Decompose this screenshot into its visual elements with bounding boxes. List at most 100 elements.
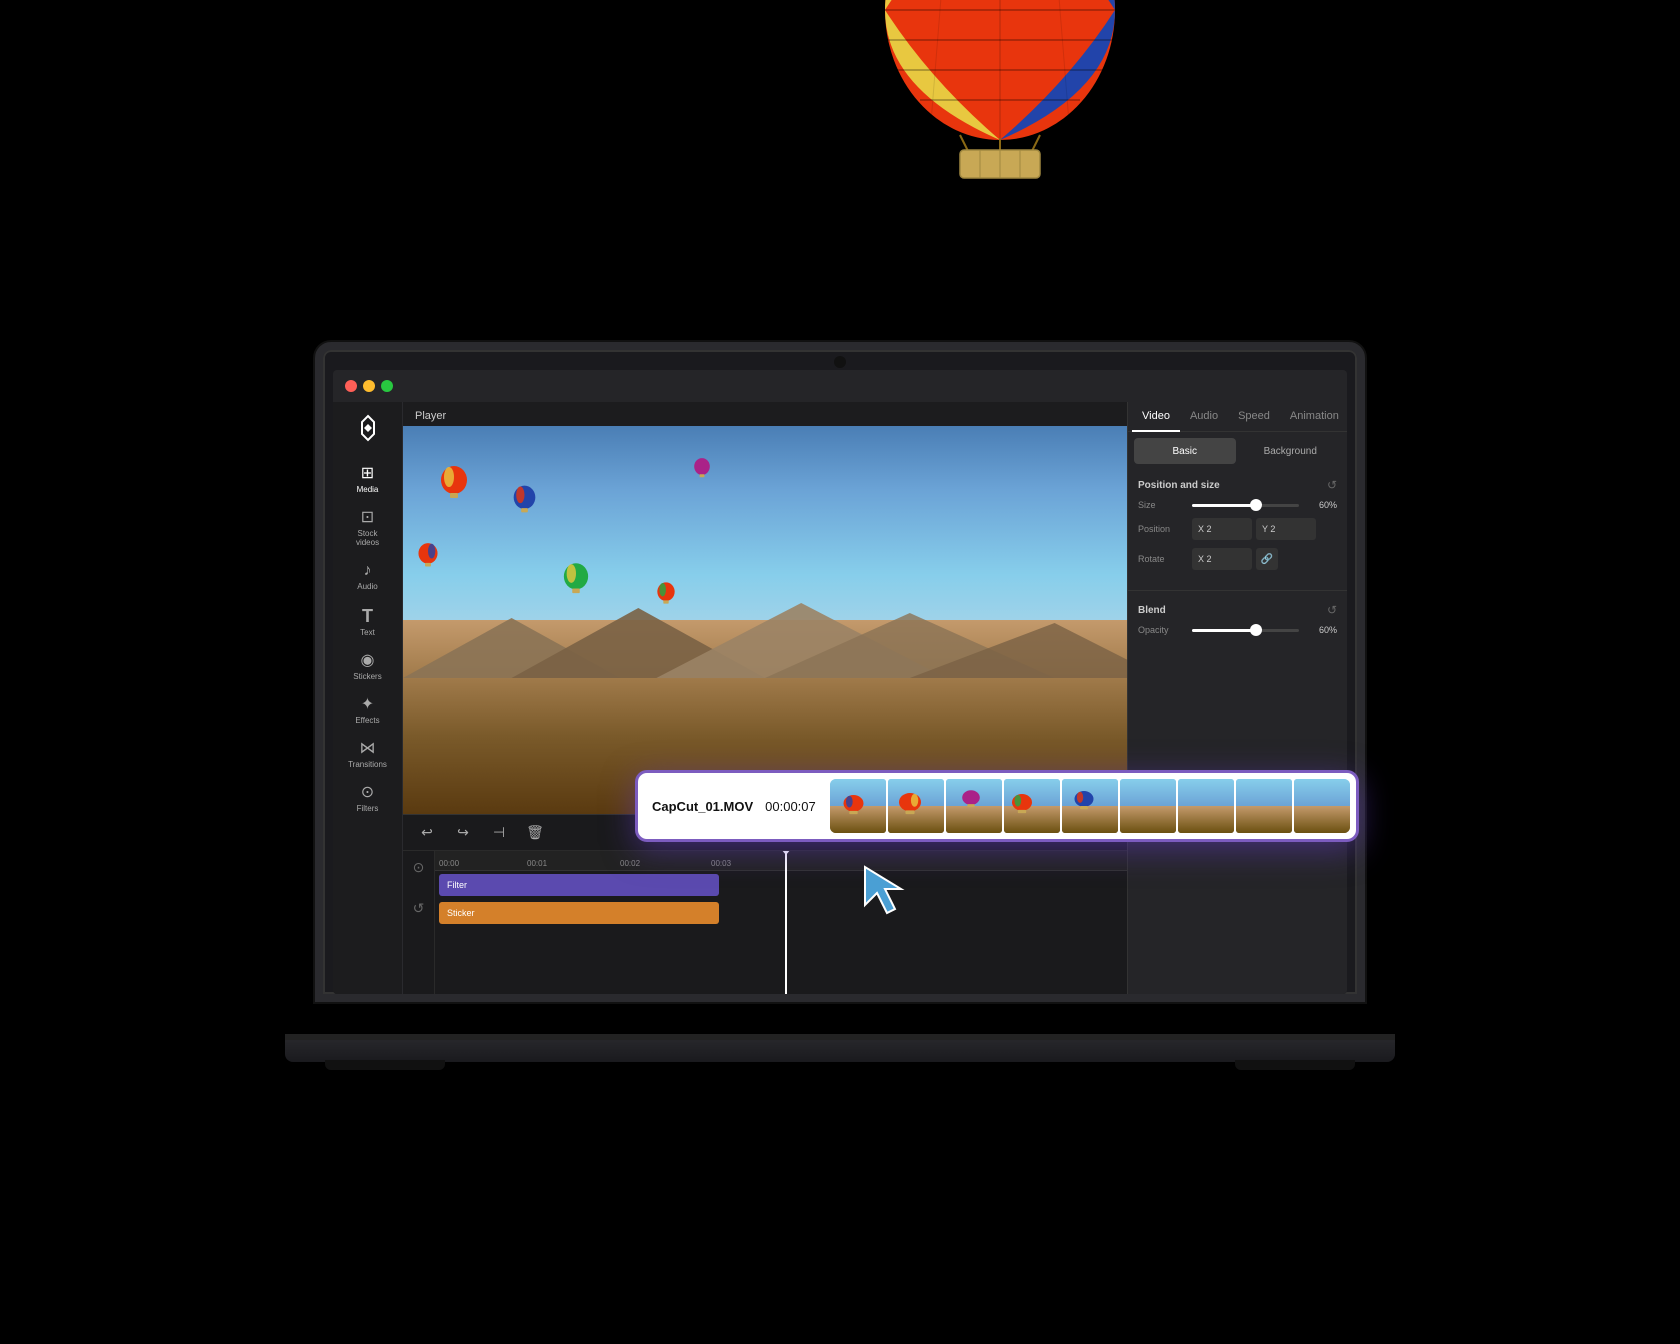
player-video <box>403 426 1127 814</box>
cursor-arrow <box>855 857 915 922</box>
laptop-base <box>285 1034 1395 1062</box>
size-slider-thumb[interactable] <box>1250 499 1262 511</box>
timeline-settings-icon[interactable]: ⊙ <box>413 859 425 876</box>
delete-button[interactable]: 🗑 <box>523 821 547 845</box>
tab-animation[interactable]: Animation <box>1280 402 1347 432</box>
position-size-reset[interactable]: ↺ <box>1327 478 1337 492</box>
opacity-slider-thumb[interactable] <box>1250 624 1262 636</box>
balloon-sm-6 <box>693 457 711 482</box>
ruler-mark-3: 00:03 <box>711 859 731 868</box>
clip-info-row: CapCut_01.MOV 00:00:07 <box>652 799 816 814</box>
sticker-clip-label: Sticker <box>447 908 475 918</box>
rotate-label: Rotate <box>1138 554 1186 564</box>
clip-thumb-5 <box>1062 779 1118 833</box>
clip-thumbnail-strip <box>830 779 1350 833</box>
position-label: Position <box>1138 524 1186 534</box>
clip-thumb-2 <box>888 779 944 833</box>
laptop-camera <box>834 356 846 368</box>
sidebar-item-stickers[interactable]: ◉ Stickers <box>333 645 402 689</box>
balloon-sm-5 <box>656 581 676 609</box>
audio-icon: ♪ <box>364 563 372 579</box>
text-icon: T <box>362 607 373 625</box>
floating-balloon <box>870 0 1130 185</box>
maximize-button[interactable] <box>381 380 393 392</box>
app-logo <box>350 410 386 446</box>
rotate-x-input[interactable]: X 2 <box>1192 548 1252 570</box>
opacity-row: Opacity 60% <box>1138 625 1337 635</box>
filter-clip-label: Filter <box>447 880 467 890</box>
sidebar-item-transitions-label: Transitions <box>348 760 387 769</box>
opacity-label: Opacity <box>1138 625 1186 635</box>
ruler-mark-0: 00:00 <box>439 859 459 868</box>
effects-icon: ✦ <box>361 697 374 713</box>
size-label: Size <box>1138 500 1186 510</box>
split-button[interactable]: ⊣ <box>487 821 511 845</box>
sticker-clip[interactable]: Sticker <box>439 902 719 924</box>
sidebar-item-media[interactable]: ⊞ Media <box>333 458 402 502</box>
size-slider[interactable] <box>1192 504 1299 507</box>
timeline-right-panel: 00:00 00:01 00:02 00:03 <box>435 851 1127 994</box>
app-window: ⊞ Media ⊡ Stockvideos ♪ Audio <box>333 370 1347 994</box>
timeline-history-icon[interactable]: ↺ <box>413 900 425 917</box>
sticker-track-row: Sticker <box>435 899 1127 927</box>
scene: ⊞ Media ⊡ Stockvideos ♪ Audio <box>0 0 1680 1344</box>
laptop-bezel: ⊞ Media ⊡ Stockvideos ♪ Audio <box>315 342 1365 1002</box>
sidebar-item-stock-label: Stockvideos <box>356 529 379 547</box>
mountains-svg <box>403 598 1127 678</box>
laptop-screen: ⊞ Media ⊡ Stockvideos ♪ Audio <box>333 370 1347 994</box>
tab-speed[interactable]: Speed <box>1228 402 1280 432</box>
subtab-basic[interactable]: Basic <box>1134 438 1236 464</box>
blend-reset[interactable]: ↺ <box>1327 603 1337 617</box>
rotate-inputs: X 2 🔗 <box>1192 548 1278 570</box>
sidebar-item-text[interactable]: T Text <box>333 599 402 645</box>
balloon-sm-4 <box>562 562 590 600</box>
position-y-input[interactable]: Y 2 <box>1256 518 1316 540</box>
blend-section: Blend ↺ Opacity <box>1128 595 1347 651</box>
size-row: Size 60% <box>1138 500 1337 510</box>
undo-button[interactable]: ↩ <box>415 821 439 845</box>
sidebar-item-media-label: Media <box>357 485 379 494</box>
player-area: Player <box>403 402 1127 814</box>
redo-button[interactable]: ↪ <box>451 821 475 845</box>
clip-thumb-7 <box>1178 779 1234 833</box>
laptop-foot-right <box>1235 1060 1355 1070</box>
sidebar-item-stickers-label: Stickers <box>353 672 381 681</box>
close-button[interactable] <box>345 380 357 392</box>
minimize-button[interactable] <box>363 380 375 392</box>
sidebar: ⊞ Media ⊡ Stockvideos ♪ Audio <box>333 402 403 994</box>
laptop: ⊞ Media ⊡ Stockvideos ♪ Audio <box>315 342 1365 1062</box>
filter-clip[interactable]: Filter <box>439 874 719 896</box>
title-bar <box>333 370 1347 402</box>
tab-video[interactable]: Video <box>1132 402 1180 432</box>
position-x-input[interactable]: X 2 <box>1192 518 1252 540</box>
subtab-background[interactable]: Background <box>1240 438 1342 464</box>
sidebar-item-text-label: Text <box>360 628 375 637</box>
clip-thumb-9 <box>1294 779 1350 833</box>
stock-icon: ⊡ <box>361 510 374 526</box>
sidebar-item-stock[interactable]: ⊡ Stockvideos <box>333 502 402 555</box>
playhead[interactable] <box>785 851 787 994</box>
clip-thumb-8 <box>1236 779 1292 833</box>
rotate-x-value: X 2 <box>1198 554 1212 564</box>
laptop-hinge <box>285 1034 1395 1040</box>
traffic-lights <box>345 380 393 392</box>
clip-filename: CapCut_01.MOV <box>652 799 753 814</box>
divider-1 <box>1128 590 1347 591</box>
rotate-link-btn[interactable]: 🔗 <box>1256 548 1278 570</box>
player-label: Player <box>415 410 446 422</box>
opacity-slider[interactable] <box>1192 629 1299 632</box>
blend-header: Blend ↺ <box>1138 603 1337 617</box>
main-content: ⊞ Media ⊡ Stockvideos ♪ Audio <box>333 402 1347 994</box>
position-inputs: X 2 Y 2 <box>1192 518 1316 540</box>
timeline-ruler: 00:00 00:01 00:02 00:03 <box>435 851 1127 871</box>
sidebar-item-audio[interactable]: ♪ Audio <box>333 555 402 599</box>
tab-audio[interactable]: Audio <box>1180 402 1228 432</box>
position-x-value: X 2 <box>1198 524 1212 534</box>
sidebar-item-effects[interactable]: ✦ Effects <box>333 689 402 733</box>
laptop-foot-left <box>325 1060 445 1070</box>
filters-icon: ⊙ <box>361 785 374 801</box>
position-size-header: Position and size ↺ <box>1138 478 1337 492</box>
sidebar-item-transitions[interactable]: ⋈ Transitions <box>333 733 402 777</box>
clip-thumb-6 <box>1120 779 1176 833</box>
sidebar-item-filters[interactable]: ⊙ Filters <box>333 777 402 821</box>
